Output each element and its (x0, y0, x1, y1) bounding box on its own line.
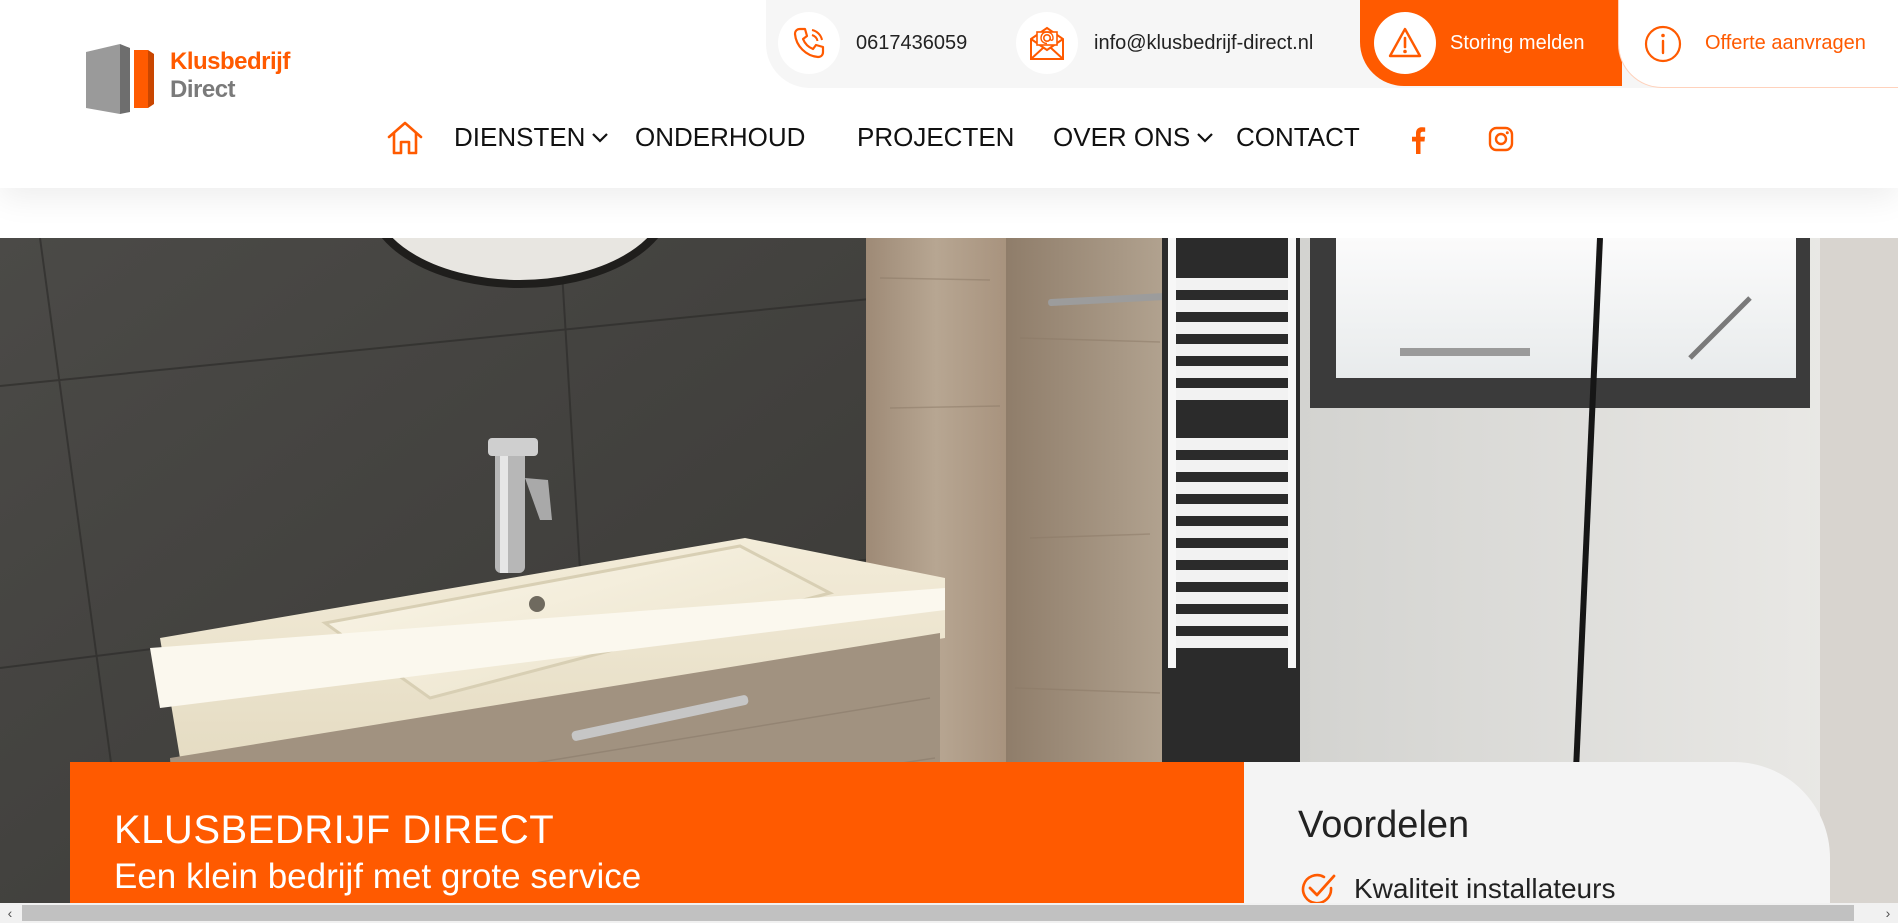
nav-diensten-label: DIENSTEN (454, 122, 586, 152)
chevron-down-icon (1197, 132, 1214, 143)
storing-melden-button[interactable]: Storing melden (1360, 0, 1622, 86)
nav-diensten[interactable]: DIENSTEN (454, 122, 609, 153)
chevron-down-icon (592, 132, 609, 143)
phone-number: 0617436059 (856, 31, 968, 54)
scroll-right-arrow-icon[interactable]: › (1878, 903, 1898, 923)
offerte-aanvragen-button[interactable]: Offerte aanvragen (1618, 0, 1898, 88)
voordelen-box: Voordelen Kwaliteit installateurs (1244, 762, 1830, 905)
nav-contact[interactable]: CONTACT (1236, 122, 1360, 153)
scroll-left-arrow-icon[interactable]: ‹ (0, 903, 20, 923)
mail-icon (1016, 12, 1078, 74)
nav-projecten[interactable]: PROJECTEN (857, 122, 1014, 153)
info-icon (1644, 25, 1682, 62)
scrollbar-thumb[interactable] (22, 905, 1854, 921)
voordelen-item-label: Kwaliteit installateurs (1354, 873, 1616, 904)
logo-line-1: Klusbedrijf (170, 48, 290, 75)
nav-projecten-label: PROJECTEN (857, 122, 1015, 152)
phone-icon (778, 12, 840, 74)
nav-contact-label: CONTACT (1236, 122, 1360, 152)
voordelen-title: Voordelen (1298, 804, 1470, 846)
logo-text: Klusbedrijf Direct (170, 48, 290, 104)
facebook-icon[interactable] (1410, 126, 1426, 159)
phone-link[interactable]: 0617436059 (778, 12, 967, 74)
nav-over-ons-label: OVER ONS (1053, 122, 1191, 152)
page: Klusbedrijf Direct 0617436059 info@klusb… (0, 0, 1898, 923)
site-header: Klusbedrijf Direct 0617436059 info@klusb… (0, 0, 1898, 188)
warning-icon (1374, 12, 1436, 74)
storing-melden-label: Storing melden (1450, 31, 1585, 54)
logo-mark-icon (86, 44, 154, 114)
nav-onderhoud-label: ONDERHOUD (635, 122, 806, 152)
nav-over-ons[interactable]: OVER ONS (1053, 122, 1214, 153)
offerte-aanvragen-label: Offerte aanvragen (1705, 32, 1866, 54)
email-link[interactable]: info@klusbedrijf-direct.nl (1016, 12, 1313, 74)
logo-line-2: Direct (170, 76, 236, 103)
main-nav: DIENSTEN ONDERHOUD PROJECTEN OVER ONS CO… (0, 112, 1898, 168)
home-icon[interactable] (386, 120, 424, 161)
horizontal-scrollbar[interactable]: ‹ › (0, 903, 1898, 923)
nav-onderhoud[interactable]: ONDERHOUD (635, 122, 805, 153)
hero-subtitle: Een klein bedrijf met grote service (114, 857, 642, 896)
hero-title: KLUSBEDRIJF DIRECT (114, 808, 555, 852)
email-address: info@klusbedrijf-direct.nl (1094, 31, 1314, 54)
instagram-icon[interactable] (1488, 126, 1514, 157)
hero-title-box: KLUSBEDRIJF DIRECT Een klein bedrijf met… (70, 762, 1244, 903)
logo[interactable]: Klusbedrijf Direct (84, 42, 324, 120)
